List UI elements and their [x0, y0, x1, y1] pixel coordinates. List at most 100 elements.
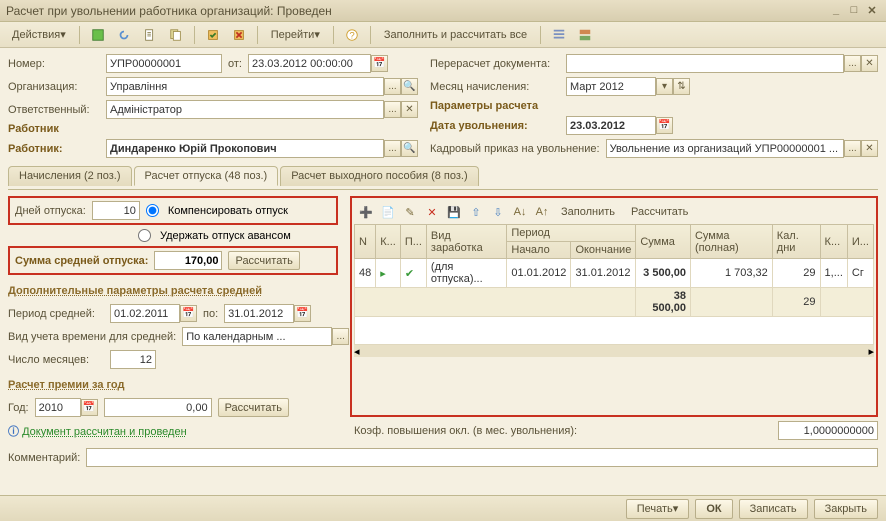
days-label: Дней отпуска:	[15, 205, 86, 217]
col-sum-full[interactable]: Сумма (полная)	[690, 225, 772, 259]
tab-severance[interactable]: Расчет выходного пособия (8 поз.)	[280, 166, 478, 186]
col-end[interactable]: Окончание	[571, 242, 636, 259]
lookup-icon[interactable]: ...	[384, 101, 401, 118]
col-days[interactable]: Кал. дни	[772, 225, 820, 259]
calc-avg-button[interactable]: Рассчитать	[228, 251, 299, 270]
close-footer-button[interactable]: Закрыть	[814, 499, 878, 519]
goto-menu[interactable]: Перейти ▾	[265, 25, 326, 45]
print-button[interactable]: Печать ▾	[626, 499, 690, 519]
help-icon[interactable]: ?	[341, 25, 363, 45]
spinner-icon[interactable]: ⇅	[673, 78, 690, 95]
avg-sum-label: Сумма средней отпуска:	[15, 255, 148, 267]
status-link[interactable]: Документ рассчитан и проведен	[22, 426, 187, 438]
col-k2[interactable]: К...	[820, 225, 847, 259]
h-scrollbar[interactable]: ◂▸	[354, 345, 874, 357]
grid-calc-button[interactable]: Рассчитать	[625, 206, 694, 218]
comment-field[interactable]	[86, 448, 878, 467]
months-label: Число месяцев:	[8, 354, 104, 366]
col-i[interactable]: И...	[847, 225, 873, 259]
from-date-field[interactable]	[248, 54, 371, 73]
minimize-button[interactable]: _	[828, 4, 844, 18]
month-field[interactable]	[566, 77, 656, 96]
col-period[interactable]: Период	[507, 225, 636, 242]
order-field[interactable]	[606, 139, 844, 158]
time-type-field[interactable]	[182, 327, 332, 346]
withhold-radio[interactable]: Удержать отпуск авансом	[138, 229, 291, 242]
recalc-label: Перерасчет документа:	[430, 58, 560, 70]
coef-field[interactable]	[778, 421, 878, 440]
actions-menu[interactable]: Действия ▾	[6, 25, 72, 45]
calendar-icon[interactable]: 📅	[81, 399, 98, 416]
move-down-icon[interactable]: ⇩	[489, 203, 507, 221]
worker-field[interactable]	[106, 139, 384, 158]
save-icon[interactable]: 💾	[445, 203, 463, 221]
tab-vacation[interactable]: Расчет отпуска (48 поз.)	[134, 166, 279, 186]
doc-icon[interactable]	[139, 25, 161, 45]
clear-icon[interactable]: ✕	[861, 140, 878, 157]
col-type[interactable]: Вид заработка	[426, 225, 506, 259]
add-icon[interactable]: ➕	[357, 203, 375, 221]
fire-date-label: Дата увольнения:	[430, 120, 560, 132]
delete-icon[interactable]: ✕	[423, 203, 441, 221]
info-icon: ⓘ	[8, 426, 19, 438]
list-icon[interactable]	[548, 25, 570, 45]
calendar-icon[interactable]: 📅	[294, 305, 311, 322]
fire-date-field[interactable]	[566, 116, 656, 135]
recalc-field[interactable]	[566, 54, 844, 73]
comment-label: Комментарий:	[8, 452, 80, 464]
avg-sum-field[interactable]	[154, 251, 222, 270]
params-section: Параметры расчета	[430, 100, 878, 112]
close-button[interactable]: ✕	[864, 4, 880, 18]
copy-icon[interactable]	[165, 25, 187, 45]
calendar-icon[interactable]: 📅	[180, 305, 197, 322]
org-field[interactable]	[106, 77, 384, 96]
col-start[interactable]: Начало	[507, 242, 571, 259]
col-sum[interactable]: Сумма	[636, 225, 691, 259]
calc-bonus-button[interactable]: Рассчитать	[218, 398, 289, 417]
open-icon[interactable]: 🔍	[401, 78, 418, 95]
clear-icon[interactable]: ✕	[861, 55, 878, 72]
open-icon[interactable]: 🔍	[401, 140, 418, 157]
grid-fill-button[interactable]: Заполнить	[555, 206, 621, 218]
calendar-icon[interactable]: 📅	[656, 117, 673, 134]
main-toolbar: Действия ▾ Перейти ▾ ? Заполнить и рассч…	[0, 22, 886, 48]
unpost-icon[interactable]	[228, 25, 250, 45]
period-from-field[interactable]	[110, 304, 180, 323]
col-k1[interactable]: К...	[376, 225, 401, 259]
form-icon[interactable]	[574, 25, 596, 45]
number-field[interactable]	[106, 54, 222, 73]
col-n[interactable]: N	[355, 225, 376, 259]
maximize-button[interactable]: □	[846, 4, 862, 18]
lookup-icon[interactable]: ...	[384, 78, 401, 95]
col-p[interactable]: П...	[400, 225, 426, 259]
from-label: от:	[228, 58, 242, 70]
dropdown-icon[interactable]: ▾	[656, 78, 673, 95]
post-icon[interactable]	[202, 25, 224, 45]
fill-calc-all-button[interactable]: Заполнить и рассчитать все	[378, 25, 533, 45]
table-row[interactable]: 48 ▸ ✔ (для отпуска)... 01.01.2012 31.01…	[355, 259, 874, 288]
months-field[interactable]	[110, 350, 156, 369]
compensate-radio[interactable]: Компенсировать отпуск	[146, 204, 288, 217]
copy-row-icon[interactable]: 📄	[379, 203, 397, 221]
run-icon[interactable]	[87, 25, 109, 45]
month-label: Месяц начисления:	[430, 81, 560, 93]
period-to-field[interactable]	[224, 304, 294, 323]
year-field[interactable]	[35, 398, 81, 417]
save-button[interactable]: Записать	[739, 499, 808, 519]
sort-desc-icon[interactable]: A↑	[533, 203, 551, 221]
move-up-icon[interactable]: ⇧	[467, 203, 485, 221]
clear-icon[interactable]: ✕	[401, 101, 418, 118]
lookup-icon[interactable]: ...	[844, 55, 861, 72]
calendar-icon[interactable]: 📅	[371, 55, 388, 72]
bonus-sum-field[interactable]	[104, 398, 212, 417]
ok-button[interactable]: ОК	[695, 499, 732, 519]
tab-accruals[interactable]: Начисления (2 поз.)	[8, 166, 132, 186]
resp-field[interactable]	[106, 100, 384, 119]
edit-icon[interactable]: ✎	[401, 203, 419, 221]
reload-icon[interactable]	[113, 25, 135, 45]
days-field[interactable]	[92, 201, 140, 220]
lookup-icon[interactable]: ...	[384, 140, 401, 157]
lookup-icon[interactable]: ...	[332, 328, 349, 345]
sort-asc-icon[interactable]: A↓	[511, 203, 529, 221]
lookup-icon[interactable]: ...	[844, 140, 861, 157]
